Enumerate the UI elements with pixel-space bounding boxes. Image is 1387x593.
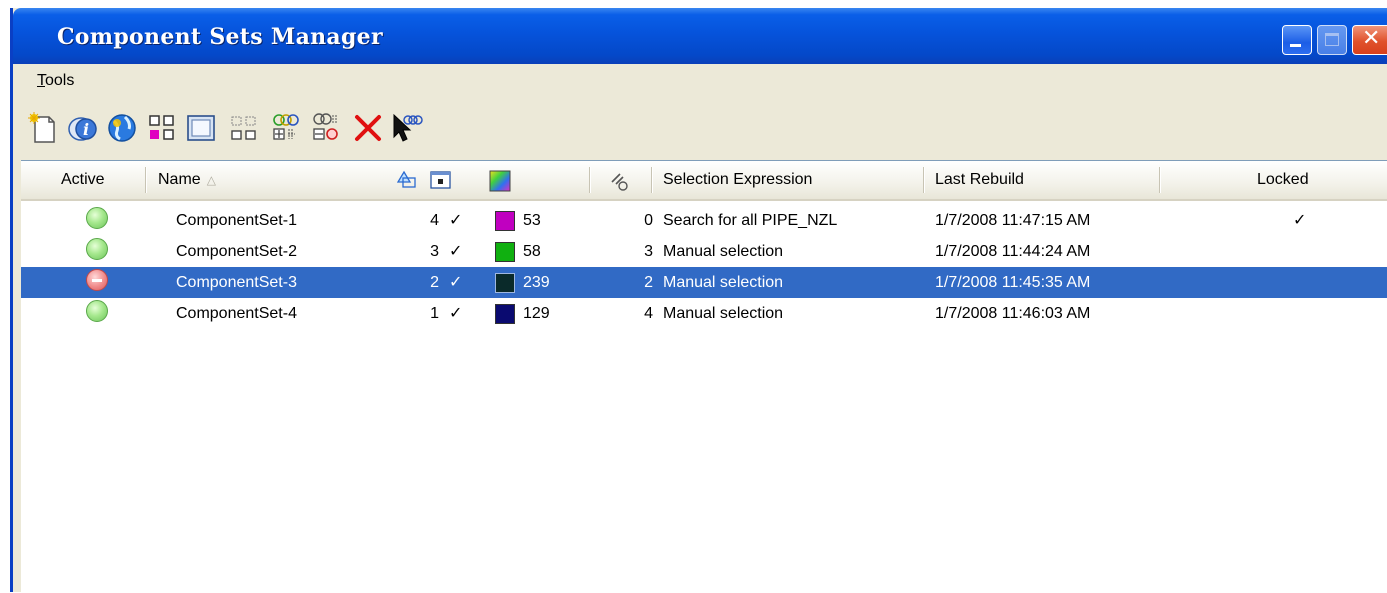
title-bar[interactable]: Component Sets Manager ✕ [13,8,1387,64]
window-title: Component Sets Manager [57,24,383,50]
pick-in-view-icon [393,113,423,142]
column-header-last-rebuild[interactable]: Last Rebuild [935,161,1024,199]
set-name: ComponentSet-3 [176,274,297,291]
component-sets-window: Component Sets Manager ✕ Tools i Active … [10,8,1387,593]
delete-icon [355,115,381,141]
union-sets-icon [273,114,299,140]
union-sets-button[interactable] [269,111,303,145]
component-count: 1 [430,305,439,322]
subtract-sets-button[interactable] [309,111,343,145]
locked-check: ✓ [1293,212,1307,229]
pick-in-view-button[interactable] [389,111,423,145]
properties-icon: i [68,117,97,141]
table-row[interactable]: ComponentSet-4 1 ✓ 129 4 Manual selection 1/7/… [21,298,1387,329]
table-row[interactable]: ComponentSet-2 3 ✓ 58 3 Manual selection 1/7/2… [21,236,1387,267]
svg-text:i: i [83,120,89,139]
active-status-error-icon[interactable] [86,269,108,291]
selection-expression: Manual selection [663,243,784,260]
color-swatch[interactable] [495,304,515,324]
active-status-ok-icon[interactable] [86,207,108,229]
link-count: 2 [644,274,653,291]
column-header-name[interactable]: Name △ [158,161,216,199]
visible-check: ✓ [449,212,463,229]
set-name: ComponentSet-2 [176,243,297,260]
menu-tools[interactable]: Tools [37,72,74,90]
window-button[interactable] [184,111,218,145]
color-swatch[interactable] [495,211,515,231]
close-icon: ✕ [1362,26,1381,51]
visible-check: ✓ [449,305,463,322]
last-rebuild-time: 1/7/2008 11:47:15 AM [935,212,1091,229]
new-set-icon [28,112,55,143]
set-name: ComponentSet-4 [176,305,297,322]
color-palette-icon [489,170,511,192]
visible-check: ✓ [449,274,463,291]
column-header-locked[interactable]: Locked [1257,161,1309,199]
toolbar: i [13,102,1387,160]
color-index: 239 [523,274,550,291]
set-name: ComponentSet-1 [176,212,297,229]
minimize-button[interactable] [1282,25,1312,55]
color-swatch[interactable] [495,273,515,293]
link-count: 4 [644,305,653,322]
globe-icon [108,114,136,142]
table-row[interactable]: ComponentSet-1 4 ✓ 53 0 Search for all PIPE_N… [21,205,1387,236]
column-header-selection-expression[interactable]: Selection Expression [663,161,812,199]
grid-outline-button[interactable] [227,111,261,145]
column-header-links[interactable] [608,170,630,197]
column-divider[interactable] [923,167,924,193]
properties-button[interactable]: i [66,111,100,145]
subtract-sets-icon [313,113,338,140]
column-divider[interactable] [651,167,652,193]
table-row[interactable]: ComponentSet-3 2 ✓ 239 2 Manual selection 1/7/… [21,267,1387,298]
shapes-icon [396,170,416,188]
last-rebuild-time: 1/7/2008 11:46:03 AM [935,305,1091,322]
component-sets-list[interactable]: Active Name △ Selection Expression Last … [21,160,1387,593]
sort-ascending-icon: △ [206,173,216,187]
component-count: 3 [430,243,439,260]
link-icon [611,173,628,191]
link-count: 3 [644,243,653,260]
display-icon [430,171,451,189]
column-divider[interactable] [1159,167,1160,193]
globe-button[interactable] [105,111,139,145]
color-index: 53 [523,212,541,229]
selection-expression: Manual selection [663,274,784,291]
list-header: Active Name △ Selection Expression Last … [21,161,1387,201]
column-header-active[interactable]: Active [61,161,105,199]
component-count: 2 [430,274,439,291]
column-divider[interactable] [589,167,590,193]
visible-check: ✓ [449,243,463,260]
grid-outline-icon [231,116,256,140]
select-all-colors-button[interactable] [145,111,179,145]
new-set-button[interactable] [27,111,61,145]
component-count: 4 [430,212,439,229]
close-button[interactable]: ✕ [1352,25,1387,55]
delete-button[interactable] [351,111,385,145]
selection-expression: Manual selection [663,305,784,322]
color-swatch[interactable] [495,242,515,262]
column-header-count[interactable] [396,170,417,195]
active-status-ok-icon[interactable] [86,238,108,260]
active-status-ok-icon[interactable] [86,300,108,322]
maximize-button[interactable] [1317,25,1347,55]
column-header-color[interactable] [489,170,511,197]
link-count: 0 [644,212,653,229]
last-rebuild-time: 1/7/2008 11:45:35 AM [935,274,1091,291]
column-header-visible[interactable] [430,170,452,195]
selection-expression: Search for all PIPE_NZL [663,212,838,229]
color-index: 58 [523,243,541,260]
window-icon [187,115,215,141]
column-divider[interactable] [145,167,146,193]
last-rebuild-time: 1/7/2008 11:44:24 AM [935,243,1091,260]
color-index: 129 [523,305,550,322]
menu-bar: Tools [13,66,1387,96]
select-all-colors-icon [149,115,174,140]
